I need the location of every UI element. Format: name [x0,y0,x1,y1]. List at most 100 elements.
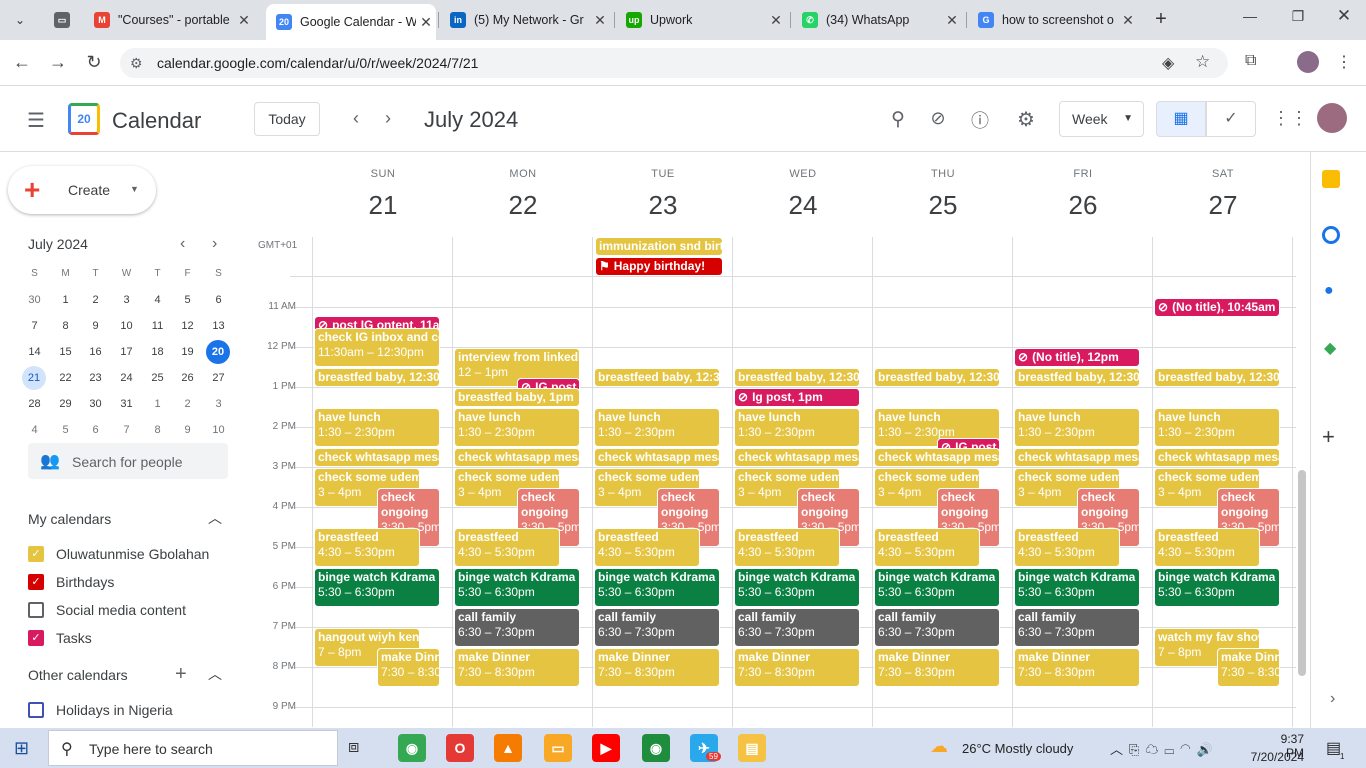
browser-tab[interactable]: ✆ (34) WhatsApp ✕ [792,6,962,34]
grid-scrollbar[interactable] [1298,470,1306,676]
task-view-icon[interactable]: ⧈ [348,736,359,757]
mini-cal-day[interactable]: 27 [203,366,234,390]
mini-cal-day[interactable]: 5 [172,288,203,312]
day-number[interactable]: 21 [313,190,453,221]
mini-cal-day[interactable]: 24 [111,366,142,390]
add-other-calendar-icon[interactable]: + [175,663,187,686]
mini-cal-day[interactable]: 5 [50,418,81,442]
mini-cal-day[interactable]: 14 [19,340,50,364]
account-avatar[interactable] [1317,103,1347,133]
calendar-event[interactable]: breastfed baby, 12:30p [314,368,440,387]
site-info-icon[interactable]: ⚙ [130,55,143,72]
calendar-event[interactable]: breastfed baby, 12:30p [1014,368,1140,387]
calendar-event[interactable]: breastfeed 4:30 – 5:30pm [1154,528,1260,567]
mini-cal-day[interactable]: 8 [50,314,81,338]
calendar-event[interactable]: call family 6:30 – 7:30pm [454,608,580,647]
calendar-event[interactable]: breastfed baby, 12:30p [734,368,860,387]
settings-gear-icon[interactable]: ⚙ [1014,107,1038,132]
calendar-event[interactable]: binge watch Kdrama 5:30 – 6:30pm [1154,568,1280,607]
day-number[interactable]: 22 [453,190,593,221]
mini-cal-day[interactable]: 9 [172,418,203,442]
calendar-event[interactable]: make Dinner7:30 – 8:30pm [874,648,1000,687]
youtube-taskbar-icon[interactable]: ▶ [592,734,620,762]
vlc-taskbar-icon[interactable]: ▲ [494,734,522,762]
calendar-checkbox[interactable] [28,702,44,718]
calendar-event[interactable]: check whtasapp mesa [1154,448,1280,467]
calendar-name[interactable]: Holidays in Nigeria [56,702,173,718]
close-tab-icon[interactable]: ✕ [766,12,786,29]
prev-week-icon[interactable]: ‹ [344,108,368,129]
calendar-event[interactable]: check whtasapp mesa [314,448,440,467]
my-calendars-title[interactable]: My calendars [28,511,111,527]
calendar-view-toggle-icon[interactable]: ▦ [1156,101,1206,137]
calendar-event[interactable]: make Dinner7:30 – 8:30pm [1014,648,1140,687]
mini-cal-day[interactable]: 25 [142,366,173,390]
windows-start-icon[interactable]: ⊞ [14,738,29,759]
keep-icon[interactable] [1322,170,1340,188]
calendar-event[interactable]: binge watch Kdrama 5:30 – 6:30pm [314,568,440,607]
close-tab-icon[interactable]: ✕ [942,12,962,29]
tasks-view-toggle-icon[interactable]: ✓ [1206,101,1256,137]
new-tab-button[interactable]: + [1150,8,1172,30]
mini-cal-day[interactable]: 12 [172,314,203,338]
calendar-event[interactable]: binge watch Kdrama 5:30 – 6:30pm [1014,568,1140,607]
calendar-checkbox[interactable]: ✓ [28,574,44,590]
opera-taskbar-icon[interactable]: O [446,734,474,762]
close-tab-icon[interactable]: ✕ [590,12,610,29]
chrome-taskbar-icon[interactable]: ◉ [398,734,426,762]
calendar-event[interactable]: binge watch Kdrama 5:30 – 6:30pm [734,568,860,607]
calendar-event[interactable]: binge watch Kdrama 5:30 – 6:30pm [454,568,580,607]
restore-icon[interactable]: ❐ [1288,8,1308,25]
calendar-event[interactable]: check whtasapp mesa [1014,448,1140,467]
mini-cal-day[interactable]: 7 [19,314,50,338]
main-menu-icon[interactable]: ☰ [24,108,48,133]
mini-cal-day[interactable]: 15 [50,340,81,364]
weather-text[interactable]: 26°C Mostly cloudy [962,741,1073,756]
calendar-event[interactable]: breastfeed 4:30 – 5:30pm [734,528,840,567]
tasks-icon[interactable] [1322,226,1340,244]
calendar-name[interactable]: Birthdays [56,574,114,590]
mini-cal-day[interactable]: 2 [172,392,203,416]
calendar-event[interactable]: call family 6:30 – 7:30pm [1014,608,1140,647]
calendar-name[interactable]: Oluwatunmise Gbolahan [56,546,209,562]
mini-cal-day[interactable]: 31 [111,392,142,416]
task-event[interactable]: ⊘ Ig post, 1pm [734,388,860,407]
reload-icon[interactable]: ↻ [82,52,106,73]
browser-menu-icon[interactable]: ⋮ [1336,52,1352,72]
calendar-event[interactable]: make Dinner7:30 – 8:30pm [594,648,720,687]
mini-cal-day[interactable]: 1 [50,288,81,312]
calendar-event[interactable]: call family 6:30 – 7:30pm [874,608,1000,647]
calendar-name[interactable]: Tasks [56,630,92,646]
help-icon[interactable]: ⓘ [968,107,992,133]
mini-cal-day[interactable]: 13 [203,314,234,338]
calendar-event[interactable]: breastfeed baby, 12:30p [594,368,720,387]
calendar-checkbox[interactable] [28,602,44,618]
calendar-event[interactable]: make Dinner7:30 – 8:30pm [377,648,440,687]
apps-grid-icon[interactable]: ⋮⋮ [1272,108,1308,129]
calendar-event[interactable]: check whtasapp mesa [874,448,1000,467]
mini-cal-next-icon[interactable]: › [212,235,217,253]
extensions-icon[interactable]: ⧉ [1245,52,1256,70]
mini-cal-day[interactable]: 21 [22,366,46,390]
mini-cal-day[interactable]: 17 [111,340,142,364]
calendar-event[interactable]: breastfeed 4:30 – 5:30pm [1014,528,1120,567]
mini-cal-day[interactable]: 30 [80,392,111,416]
calendar-event[interactable]: check whtasapp mesa [594,448,720,467]
mini-cal-day[interactable]: 29 [50,392,81,416]
today-button[interactable]: Today [254,102,320,136]
close-window-icon[interactable]: ✕ [1334,6,1354,26]
calendar-event[interactable]: breastfeed 4:30 – 5:30pm [594,528,700,567]
weather-icon[interactable]: ☁ [930,736,948,757]
browser-tab[interactable]: Ghow to screenshot o ✕ [968,6,1138,34]
calendar-event[interactable]: have lunch 1:30 – 2:30pm [1154,408,1280,447]
browser-tab[interactable]: up Upwork ✕ [616,6,786,34]
calendar-event[interactable]: breastfed baby, 1pm [454,388,580,407]
mini-cal-day[interactable]: 23 [80,366,111,390]
notification-icon[interactable]: ▤ [1326,738,1341,758]
browser-tab[interactable]: in (5) My Network - Gr ✕ [440,6,610,34]
all-day-event[interactable]: immunization snd birt [595,237,723,256]
mini-cal-day[interactable]: 18 [142,340,173,364]
calendar-event[interactable]: binge watch Kdrama 5:30 – 6:30pm [594,568,720,607]
calendar-event[interactable]: breastfeed 4:30 – 5:30pm [454,528,560,567]
task-event[interactable]: ⊘ (No title), 12pm [1014,348,1140,367]
